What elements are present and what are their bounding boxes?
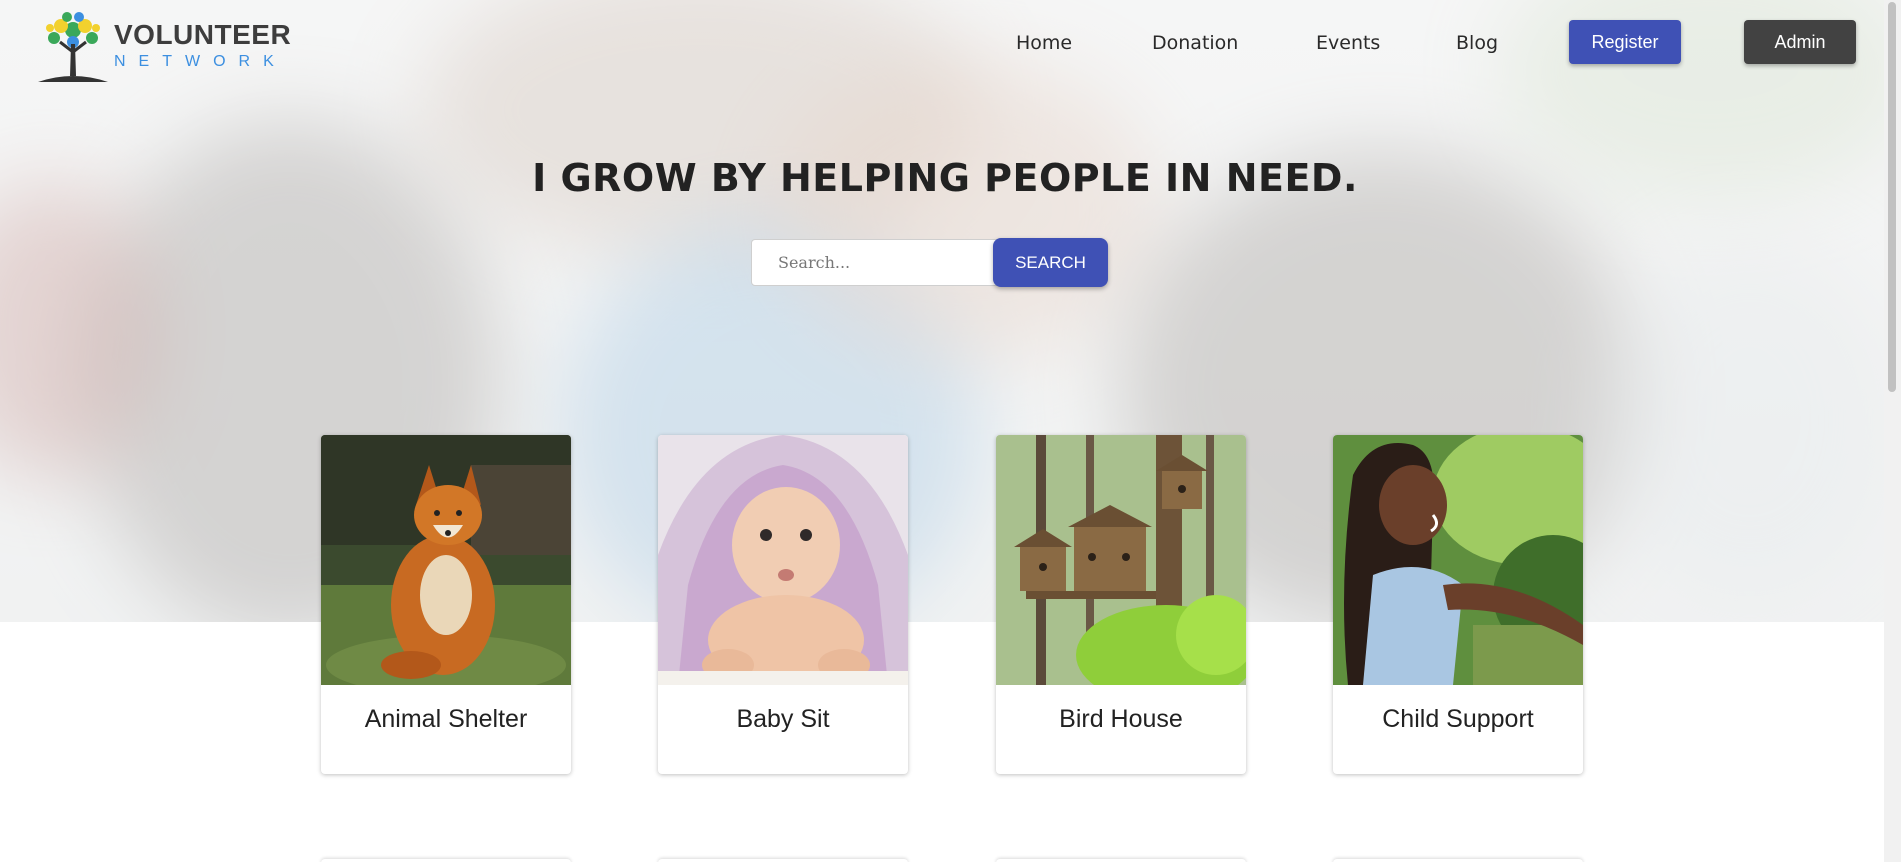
register-button[interactable]: Register [1569,20,1681,64]
search-button[interactable]: SEARCH [993,238,1108,287]
search-input[interactable] [751,239,1001,286]
nav-events-link[interactable]: Events [1316,32,1380,54]
nav-donation-link[interactable]: Donation [1152,32,1238,54]
page: VOLUNTEER NETWORK Home Donation Events B… [0,0,1901,862]
tree-logo-icon [34,8,112,84]
scrollbar-thumb[interactable] [1888,2,1896,392]
fox-image [321,435,571,685]
logo-title: VOLUNTEER [114,19,292,50]
page-scrollbar[interactable] [1884,0,1901,862]
category-card-bird-house[interactable]: Bird House [996,435,1246,774]
card-label: Baby Sit [736,705,830,733]
baby-image [658,435,908,685]
card-label: Animal Shelter [364,705,528,733]
logo-subtitle: NETWORK [114,53,287,70]
category-card-baby-sit[interactable]: Baby Sit [658,435,908,774]
site-logo[interactable]: VOLUNTEER NETWORK [34,8,294,84]
card-label: Bird House [1059,705,1183,733]
hero-title: I GROW BY HELPING PEOPLE IN NEED. [532,156,1358,200]
hero-background-image [0,0,1901,622]
admin-button[interactable]: Admin [1744,20,1856,64]
nav-home-link[interactable]: Home [1016,32,1072,54]
girl-image [1333,435,1583,685]
nav-blog-link[interactable]: Blog [1456,32,1498,54]
category-card-child-support[interactable]: Child Support [1333,435,1583,774]
card-label: Child Support [1382,705,1534,733]
birdhouse-image [996,435,1246,685]
category-card-animal-shelter[interactable]: Animal Shelter [321,435,571,774]
